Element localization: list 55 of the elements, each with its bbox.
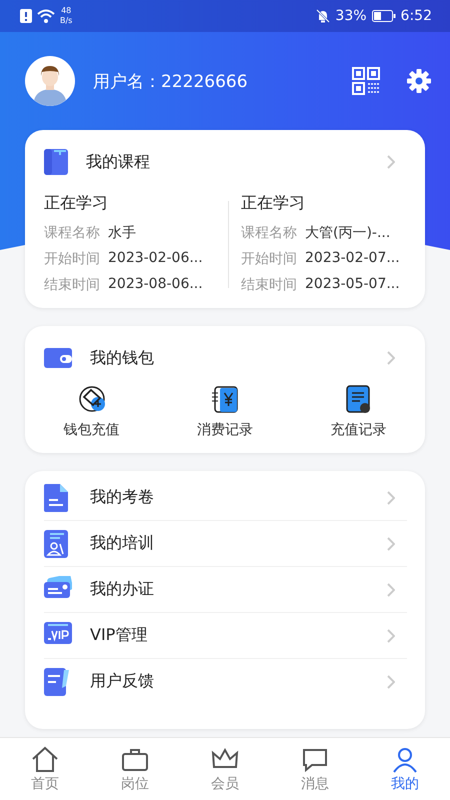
form-icon xyxy=(44,668,72,696)
clock: 6:52 xyxy=(400,8,432,24)
battery-percent: 33% xyxy=(335,8,367,24)
field-value: 2023-02-07... xyxy=(305,250,400,268)
book-icon xyxy=(44,149,68,175)
wallet-action[interactable]: 钱包充值 xyxy=(42,385,142,439)
speed-unit: B/s xyxy=(60,16,72,26)
wallet-action[interactable]: 充值记录 xyxy=(308,385,408,439)
tab[interactable]: 岗位 xyxy=(90,738,180,800)
tab[interactable]: 首页 xyxy=(0,738,90,800)
card-header[interactable]: 我的钱包 xyxy=(25,326,425,373)
field-value: 2023-02-06... xyxy=(108,250,203,268)
alert-icon xyxy=(20,9,32,23)
menu-item[interactable]: 我的培训 xyxy=(44,521,407,567)
tab[interactable]: 会员 xyxy=(180,738,270,800)
muted-bell-icon xyxy=(316,9,330,23)
avatar xyxy=(25,56,75,106)
chevron-icon xyxy=(385,154,395,170)
chevron-icon xyxy=(385,350,395,366)
diamond-plus-icon xyxy=(78,385,106,413)
field-label: 结束时间 xyxy=(44,276,100,294)
menu-item[interactable]: VIP管理 xyxy=(44,613,407,659)
field-label: 课程名称 xyxy=(44,224,100,242)
settings-icon[interactable] xyxy=(406,68,432,94)
chevron-icon xyxy=(385,490,395,506)
yuan-notebook-icon xyxy=(210,385,239,413)
tab[interactable]: 消息 xyxy=(270,738,360,800)
document-coin-icon xyxy=(344,385,372,413)
network-speed: 48 xyxy=(61,6,72,16)
username: 用户名：22226666 xyxy=(93,70,248,92)
battery-icon xyxy=(372,10,396,22)
menu-item[interactable]: 我的考卷 xyxy=(44,475,407,521)
field-label: 开始时间 xyxy=(44,250,100,268)
field-value: 水手 xyxy=(108,224,136,242)
wallet-icon xyxy=(44,348,72,368)
field-value: 2023-05-07... xyxy=(305,276,400,294)
field-label: 开始时间 xyxy=(241,250,297,268)
tab[interactable]: 我的 xyxy=(360,738,450,800)
menu-item[interactable]: 我的办证 xyxy=(44,567,407,613)
field-value: 2023-08-06... xyxy=(108,276,203,294)
field-value: 大管(丙一)-... xyxy=(305,224,390,242)
wifi-icon xyxy=(37,9,55,23)
chevron-icon xyxy=(385,628,395,644)
menu-item[interactable]: 用户反馈 xyxy=(44,659,407,704)
field-label: 结束时间 xyxy=(241,276,297,294)
course-status: 正在学习 xyxy=(241,193,306,214)
chevron-icon xyxy=(385,582,395,598)
qr-code-icon[interactable] xyxy=(352,67,380,95)
wallet-action[interactable]: 消费记录 xyxy=(174,385,275,439)
field-label: 课程名称 xyxy=(241,224,297,242)
course-status: 正在学习 xyxy=(44,193,109,214)
chevron-icon xyxy=(385,674,395,690)
house-icon xyxy=(30,745,60,773)
chevron-icon xyxy=(385,536,395,552)
card-header[interactable]: 我的课程 xyxy=(25,130,425,177)
